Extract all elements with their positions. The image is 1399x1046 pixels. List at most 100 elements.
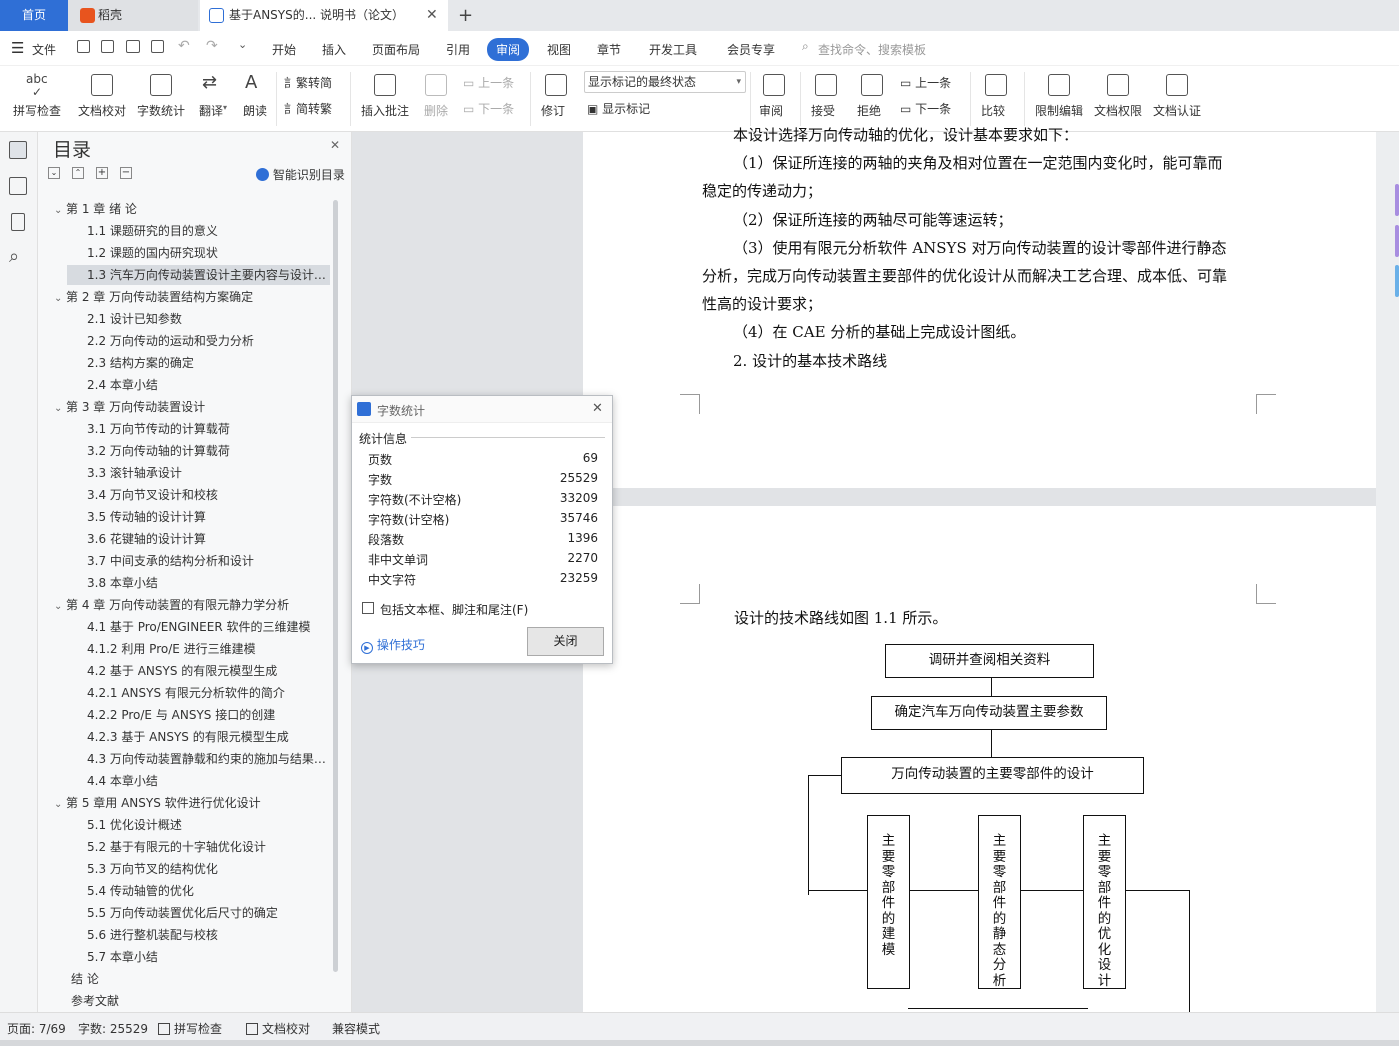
- toc-item[interactable]: 4.1.2 利用 Pro/E 进行三维建模: [87, 639, 330, 659]
- expand-up-icon[interactable]: ⌃: [72, 167, 84, 179]
- proof-toggle[interactable]: 文档校对: [246, 1020, 310, 1037]
- scroll-thumb[interactable]: [1395, 184, 1399, 216]
- toc-item[interactable]: 5.5 万向传动装置优化后尺寸的确定: [87, 903, 330, 923]
- spellcheck-button[interactable]: abc ✓ 拼写检查: [6, 72, 68, 124]
- read-aloud-button[interactable]: A 朗读: [238, 72, 272, 124]
- chevron-down-icon[interactable]: ⌄: [54, 597, 66, 615]
- prev-change-button[interactable]: ▭ 上一条: [900, 74, 960, 91]
- toc-item[interactable]: 结 论: [71, 969, 330, 989]
- search-command-input[interactable]: 查找命令、搜索模板: [818, 41, 926, 58]
- toc-item[interactable]: 3.3 滚针轴承设计: [87, 463, 330, 483]
- toc-item[interactable]: 3.8 本章小结: [87, 573, 330, 593]
- toc-item[interactable]: 3.5 传动轴的设计计算: [87, 507, 330, 527]
- revise-button[interactable]: 修订: [536, 72, 576, 124]
- toc-item[interactable]: 2.3 结构方案的确定: [87, 353, 330, 373]
- toc-item[interactable]: 5.1 优化设计概述: [87, 815, 330, 835]
- menu-file[interactable]: 文件: [32, 41, 56, 58]
- toc-item[interactable]: 4.3 万向传动装置静载和约束的施加与结果分析: [87, 749, 330, 769]
- accept-button[interactable]: 接受: [806, 72, 846, 124]
- bookmark-icon[interactable]: [11, 213, 25, 231]
- menu-insert[interactable]: 插入: [322, 41, 346, 58]
- export-pdf-icon[interactable]: [101, 40, 114, 53]
- new-tab-button[interactable]: +: [458, 0, 473, 31]
- word-count-indicator[interactable]: 字数: 25529: [78, 1020, 148, 1037]
- menu-review[interactable]: 审阅: [487, 38, 530, 61]
- toc-item[interactable]: ⌄ 第 3 章 万向传动装置设计: [54, 397, 330, 417]
- toc-item[interactable]: 3.7 中间支承的结构分析和设计: [87, 551, 330, 571]
- menu-vip[interactable]: 会员专享: [727, 41, 775, 58]
- delete-comment-button[interactable]: 删除: [416, 72, 456, 124]
- toc-item[interactable]: 参考文献: [71, 991, 330, 1011]
- more-icon[interactable]: ⌄: [238, 38, 247, 51]
- document-page[interactable]: 本设计选择万向传动轴的优化，设计基本要求如下： （1）保证所连接的两轴的夹角及相…: [583, 126, 1376, 488]
- undo-icon[interactable]: ↶: [178, 38, 190, 54]
- word-count-button[interactable]: 字数统计: [134, 72, 188, 124]
- redo-icon[interactable]: ↷: [206, 38, 218, 54]
- toc-item[interactable]: 2.1 设计已知参数: [87, 309, 330, 329]
- restrict-edit-button[interactable]: 限制编辑: [1031, 72, 1087, 124]
- right-scrollbar[interactable]: [1376, 132, 1399, 1012]
- toc-item[interactable]: 3.1 万向节传动的计算载荷: [87, 419, 330, 439]
- reject-button[interactable]: 拒绝: [852, 72, 892, 124]
- toc-item[interactable]: 2.2 万向传动的运动和受力分析: [87, 331, 330, 351]
- collapse-all-icon[interactable]: ⌄: [48, 167, 60, 179]
- add-icon[interactable]: +: [96, 167, 108, 179]
- insert-comment-button[interactable]: 插入批注: [357, 72, 413, 124]
- toc-item[interactable]: 4.2.3 基于 ANSYS 的有限元模型生成: [87, 727, 330, 747]
- menu-layout[interactable]: 页面布局: [372, 41, 420, 58]
- doc-cert-button[interactable]: 文档认证: [1149, 72, 1205, 124]
- spellcheck-toggle[interactable]: 拼写检查: [158, 1020, 222, 1037]
- menu-chapter[interactable]: 章节: [597, 41, 621, 58]
- toc-item[interactable]: 1.1 课题研究的目的意义: [87, 221, 330, 241]
- trad-simp-button[interactable]: 訁繁转简: [284, 74, 346, 94]
- scroll-thumb[interactable]: [1395, 225, 1399, 257]
- close-icon[interactable]: ✕: [330, 138, 340, 152]
- remove-icon[interactable]: −: [120, 167, 132, 179]
- save-icon[interactable]: [77, 40, 90, 53]
- menu-start[interactable]: 开始: [272, 41, 296, 58]
- toc-item[interactable]: 2.4 本章小结: [87, 375, 330, 395]
- toc-scrollbar[interactable]: [333, 200, 338, 972]
- toc-item[interactable]: 1.2 课题的国内研究现状: [87, 243, 330, 263]
- tab-document[interactable]: 基于ANSYS的... 说明书（论文） ✕: [200, 0, 448, 31]
- next-change-button[interactable]: ▭ 下一条: [900, 100, 960, 117]
- translate-button[interactable]: ⇄ 翻译 ▾: [193, 72, 233, 124]
- print-icon[interactable]: [126, 40, 140, 53]
- next-comment-button[interactable]: ▭ 下一条: [463, 100, 523, 117]
- prev-comment-button[interactable]: ▭ 上一条: [463, 74, 523, 91]
- toc-item[interactable]: 3.6 花键轴的设计计算: [87, 529, 330, 549]
- toc-item[interactable]: 4.2.2 Pro/E 与 ANSYS 接口的创建: [87, 705, 330, 725]
- menu-view[interactable]: 视图: [547, 41, 571, 58]
- scroll-thumb[interactable]: [1395, 265, 1399, 297]
- close-tab-icon[interactable]: ✕: [426, 0, 438, 31]
- toc-item[interactable]: ⌄ 第 4 章 万向传动装置的有限元静力学分析: [54, 595, 330, 615]
- chevron-down-icon[interactable]: ⌄: [54, 289, 66, 307]
- document-page[interactable]: 设计的技术路线如图 1.1 所示。 调研并查阅相关资料 确定汽车万向传动装置主要…: [583, 506, 1376, 1012]
- toc-item[interactable]: 4.4 本章小结: [87, 771, 330, 791]
- toc-item[interactable]: 5.6 进行整机装配与校核: [87, 925, 330, 945]
- doc-proof-button[interactable]: 文档校对: [76, 72, 128, 124]
- toc-item[interactable]: 5.4 传动轴管的优化: [87, 881, 330, 901]
- simp-trad-button[interactable]: 訁简转繁: [284, 100, 346, 120]
- toc-item[interactable]: 4.2.1 ANSYS 有限元分析软件的简介: [87, 683, 330, 703]
- print-preview-icon[interactable]: [151, 40, 164, 53]
- search-icon[interactable]: ⌕: [9, 246, 19, 267]
- toc-icon[interactable]: [9, 141, 27, 159]
- menu-devtools[interactable]: 开发工具: [649, 41, 697, 58]
- toc-item[interactable]: ⌄ 第 2 章 万向传动装置结构方案确定: [54, 287, 330, 307]
- tab-daoke[interactable]: 稻壳: [68, 0, 198, 31]
- toc-item[interactable]: 3.2 万向传动轴的计算载荷: [87, 441, 330, 461]
- menu-reference[interactable]: 引用: [446, 41, 470, 58]
- close-icon[interactable]: ✕: [592, 401, 603, 416]
- review-pane-button[interactable]: 审阅: [754, 72, 794, 124]
- chevron-down-icon[interactable]: ⌄: [54, 795, 66, 813]
- tab-home[interactable]: 首页: [0, 0, 68, 31]
- toc-item[interactable]: 5.2 基于有限元的十字轴优化设计: [87, 837, 330, 857]
- close-button[interactable]: 关闭: [527, 627, 604, 656]
- markup-state-select[interactable]: 显示标记的最终状态 ▾: [584, 71, 746, 93]
- hamburger-icon[interactable]: ☰: [11, 39, 24, 57]
- toc-item[interactable]: 1.3 汽车万向传动装置设计主要内容与设计方法: [67, 265, 330, 285]
- chapter-nav-icon[interactable]: [9, 177, 27, 195]
- include-footnotes-checkbox[interactable]: [362, 602, 374, 614]
- toc-item[interactable]: ⌄ 第 1 章 绪 论: [54, 199, 330, 219]
